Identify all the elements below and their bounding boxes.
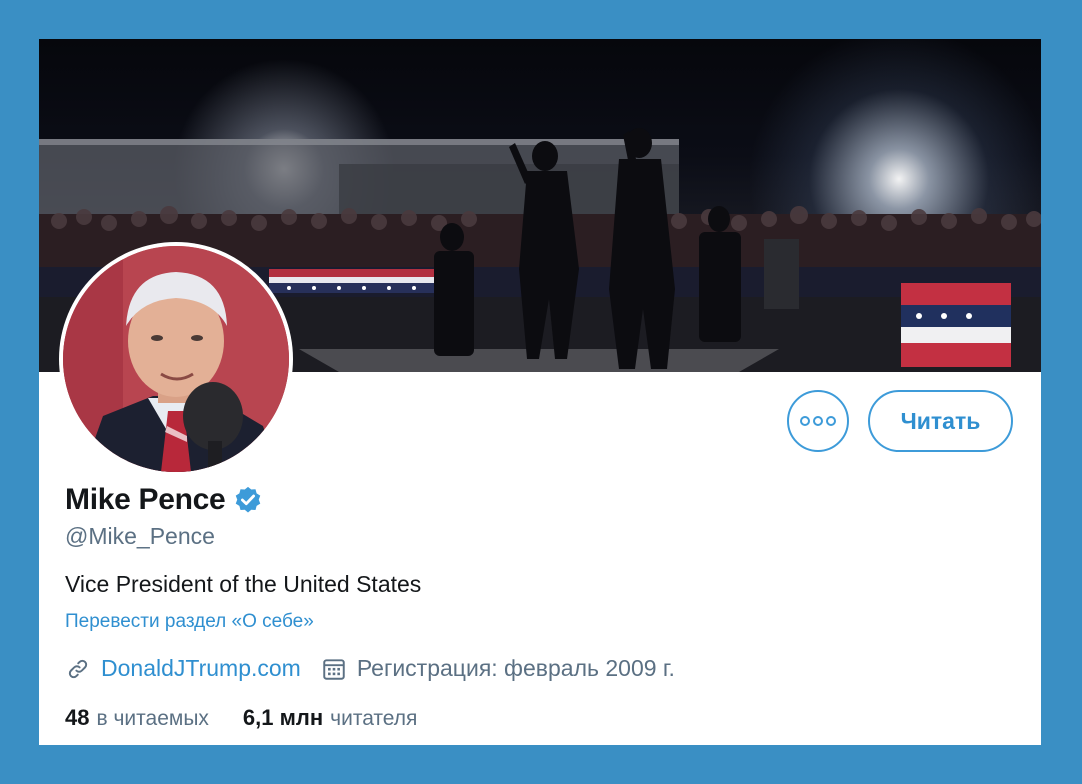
followers-stat[interactable]: 6,1 млн читателя	[243, 705, 418, 731]
joined-info: Регистрация: февраль 2009 г.	[321, 655, 675, 682]
profile-avatar[interactable]	[59, 242, 293, 476]
more-options-button[interactable]	[787, 390, 849, 452]
more-icon	[800, 416, 836, 426]
profile-bio: Vice President of the United States	[65, 571, 422, 597]
follow-button[interactable]: Читать	[868, 390, 1013, 452]
following-stat[interactable]: 48 в читаемых	[65, 705, 209, 731]
profile-card: Читать Mike Pence @Mike_Pence Vice Presi…	[39, 39, 1041, 745]
link-icon	[68, 659, 88, 678]
verified-badge-icon	[236, 486, 261, 513]
following-label: в читаемых	[96, 707, 209, 730]
profile-name: Mike Pence	[65, 483, 226, 516]
followers-label: читателя	[330, 707, 418, 730]
followers-count: 6,1 млн	[242, 705, 324, 730]
profile-meta: DonaldJTrump.com Регистрация: февраль 20…	[65, 655, 675, 682]
calendar-icon	[323, 658, 345, 680]
translate-bio-link[interactable]: Перевести раздел «О себе»	[65, 611, 314, 633]
profile-name-row: Mike Pence	[65, 483, 263, 517]
profile-handle: @Mike_Pence	[65, 523, 215, 549]
profile-stats: 48 в читаемых 6,1 млн читателя	[65, 705, 417, 731]
avatar-photo	[63, 246, 289, 472]
joined-date: Регистрация: февраль 2009 г.	[356, 655, 675, 681]
following-count: 48	[65, 705, 90, 730]
website-link[interactable]: DonaldJTrump.com	[101, 655, 301, 682]
